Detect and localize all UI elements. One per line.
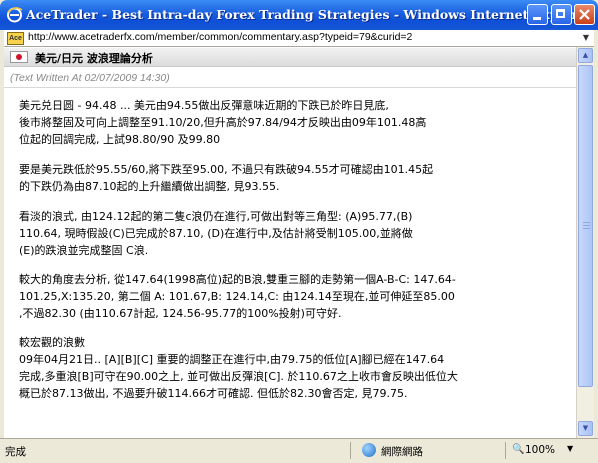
close-icon (579, 9, 590, 20)
security-zone: 網際網路 (381, 446, 423, 458)
address-bar[interactable]: Ace http://www.acetraderfx.com/member/co… (4, 30, 594, 47)
browser-window: AceTrader - Best Intra-day Forex Trading… (0, 0, 598, 463)
page-content: 美元/日元 波浪理論分析 (Text Written At 02/07/2009… (4, 47, 576, 438)
paragraph-2: 要是美元跌低於95.55/60,將下跌至95.00, 不過只有跌破94.55才可… (19, 163, 434, 193)
minimize-icon (533, 17, 541, 20)
commentary-title: 美元/日元 波浪理論分析 (35, 52, 153, 65)
maximize-icon (556, 9, 565, 18)
site-favicon-icon: Ace (7, 32, 24, 45)
paragraph-4: 較大的角度去分析, 從147.64(1998高位)起的B浪,雙重三腳的走勢第一個… (19, 273, 456, 320)
status-bar: 完成 網際網路 🔍 100% ▼ (0, 438, 598, 463)
url-field[interactable]: http://www.acetraderfx.com/member/common… (28, 31, 412, 43)
written-timestamp: (Text Written At 02/07/2009 14:30) (10, 72, 170, 84)
status-text: 完成 (5, 446, 26, 458)
commentary-header: 美元/日元 波浪理論分析 (4, 48, 576, 67)
vertical-scrollbar[interactable]: ▲ ▼ (576, 47, 594, 438)
title-bar[interactable]: AceTrader - Best Intra-day Forex Trading… (0, 0, 598, 30)
zoom-dropdown-icon[interactable]: ▼ (567, 444, 573, 453)
ie-logo-icon (7, 7, 23, 23)
paragraph-1: 美元兑日圆 - 94.48 ... 美元由94.55做出反彈意味近期的下跌已於昨… (19, 99, 427, 146)
maximize-button[interactable] (551, 4, 572, 25)
window-title: AceTrader - Best Intra-day Forex Trading… (26, 7, 593, 22)
paragraph-3: 看淡的浪式, 由124.12起的第二隻c浪仍在進行,可做出對等三角型: (A)9… (19, 210, 413, 257)
close-button[interactable] (574, 4, 595, 25)
japan-flag-icon (10, 51, 28, 63)
scroll-down-button[interactable]: ▼ (578, 421, 593, 436)
paragraph-5: 較宏觀的浪數 09年04月21日.. [A][B][C] 重要的調整正在進行中,… (19, 336, 458, 400)
globe-icon (362, 443, 376, 457)
address-dropdown-icon[interactable]: ▼ (580, 31, 592, 44)
zoom-icon[interactable]: 🔍 (512, 444, 524, 455)
minimize-button[interactable] (527, 4, 548, 25)
zoom-level[interactable]: 100% (525, 444, 555, 456)
divider (4, 87, 576, 88)
scroll-thumb[interactable] (578, 65, 593, 387)
scroll-up-button[interactable]: ▲ (578, 48, 593, 63)
